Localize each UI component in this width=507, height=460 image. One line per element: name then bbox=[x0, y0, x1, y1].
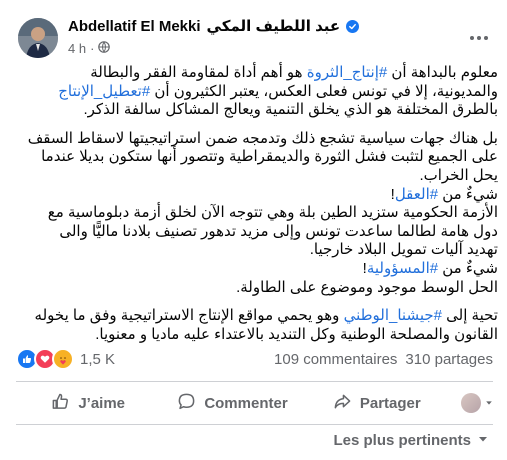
like-icon bbox=[51, 392, 70, 415]
sort-label: Les plus pertinents bbox=[333, 431, 471, 449]
reaction-icons bbox=[16, 348, 74, 370]
hashtag-link[interactable]: #تعطيل_الإنتاج bbox=[58, 83, 150, 100]
post-paragraph: شيءٌ من #العقل! الأزمة الحكومية ستزيد الط… bbox=[14, 186, 498, 260]
comment-sort-dropdown[interactable]: Les plus pertinents bbox=[333, 430, 489, 450]
post-header: Abdellatif El Mekki عبد اللطيف المكي 4 h… bbox=[0, 10, 507, 62]
post-line: شيءٌ من #العقل! bbox=[14, 186, 498, 205]
post-line: معلوم بالبداهة أن #إنتاج_الثروة هو أهم أ… bbox=[14, 64, 498, 83]
reaction-count-group[interactable]: 1,5 K bbox=[16, 348, 115, 370]
post-line: الأزمة الحكومية ستزيد الطين بلة وهي تتوج… bbox=[14, 204, 498, 223]
hashtag-link[interactable]: #إنتاج_الثروة bbox=[307, 64, 387, 81]
author-line: Abdellatif El Mekki عبد اللطيف المكي bbox=[68, 16, 360, 36]
post-as-selector[interactable] bbox=[449, 393, 493, 413]
verified-icon bbox=[346, 19, 360, 33]
post-text-segment: شيءٌ من bbox=[438, 185, 498, 203]
hashtag-link[interactable]: #جيشنا_الوطني bbox=[344, 307, 442, 324]
reactions-summary: 1,5 K 109 commentaires 310 partages bbox=[16, 348, 493, 370]
post-line: الحل الوسط موجود وموضوع على الطاولة. bbox=[14, 279, 498, 298]
post-text-segment: الحل الوسط موجود وموضوع على الطاولة. bbox=[236, 278, 498, 296]
post-text-segment: والمديونية، إلا في تونس فعلى العكس، يعتب… bbox=[150, 82, 498, 100]
post-line: على الجميع لتثبت فشل الثورة والديمقراطية… bbox=[14, 148, 498, 167]
reaction-count[interactable]: 1,5 K bbox=[80, 351, 115, 368]
divider bbox=[16, 424, 493, 425]
like-button[interactable]: J’aime bbox=[16, 386, 160, 420]
post-paragraph: بل هناك جهات سياسية تشجع ذلك وتدمجه ضمن … bbox=[14, 130, 498, 186]
engagement-counts: 109 commentaires 310 partages bbox=[274, 351, 493, 368]
share-button[interactable]: Partager bbox=[305, 386, 449, 420]
post-line: شيءٌ من #المسؤولية! bbox=[14, 260, 498, 279]
post-line: والمديونية، إلا في تونس فعلى العكس، يعتب… bbox=[14, 83, 498, 102]
post-text-segment: دول هامة لطالما ساعدت تونس وإلى مزيد تده… bbox=[59, 222, 498, 240]
comment-label: Commenter bbox=[204, 394, 288, 412]
post-text-segment: تحية إلى bbox=[441, 307, 498, 325]
post-actions: J’aime Commenter Partager bbox=[16, 384, 493, 422]
comments-count[interactable]: 109 commentaires bbox=[274, 351, 397, 368]
post-line: تهديد آليات تمويل البلاد خارجيا. bbox=[14, 241, 498, 260]
avatar bbox=[460, 393, 481, 413]
post-line: القانون والمصلحة الوطنية وكل التنديد بال… bbox=[14, 326, 498, 345]
post-line: بالطرق المختلفة هو الذي يخلق التنمية ويع… bbox=[14, 101, 498, 120]
share-icon bbox=[333, 392, 352, 415]
post-text-segment: هو أهم أداة لمقاومة الفقر والبطالة bbox=[90, 64, 307, 81]
author-name-arabic[interactable]: عبد اللطيف المكي bbox=[207, 17, 341, 35]
comment-icon bbox=[177, 392, 196, 415]
post-line: دول هامة لطالما ساعدت تونس وإلى مزيد تده… bbox=[14, 223, 498, 242]
avatar[interactable] bbox=[18, 18, 58, 58]
post-text: معلوم بالبداهة أن #إنتاج_الثروة هو أهم أ… bbox=[14, 64, 498, 354]
care-reaction-icon bbox=[52, 348, 74, 370]
share-label: Partager bbox=[359, 394, 421, 412]
post-line: بل هناك جهات سياسية تشجع ذلك وتدمجه ضمن … bbox=[14, 130, 498, 149]
chevron-down-icon bbox=[477, 432, 489, 449]
more-icon[interactable] bbox=[463, 22, 495, 54]
post-text-segment: الأزمة الحكومية ستزيد الطين بلة وهي تتوج… bbox=[47, 204, 498, 222]
post-line: يحل الخراب. bbox=[14, 167, 498, 186]
post-text-segment: شيءٌ من bbox=[438, 259, 498, 277]
post-text-segment: بل هناك جهات سياسية تشجع ذلك وتدمجه ضمن … bbox=[27, 129, 498, 147]
post-paragraph: تحية إلى #جيشنا_الوطني وهو يحمي مواقع ال… bbox=[14, 307, 498, 344]
post-text-segment: على الجميع لتثبت فشل الثورة والديمقراطية… bbox=[41, 148, 498, 166]
post-text-segment: معلوم بالبداهة أن bbox=[387, 64, 498, 81]
post-time[interactable]: 4 h bbox=[68, 41, 86, 56]
post-text-segment: يحل الخراب. bbox=[419, 166, 498, 184]
meta-separator: · bbox=[90, 40, 95, 56]
like-label: J’aime bbox=[78, 394, 126, 412]
post-text-segment: بالطرق المختلفة هو الذي يخلق التنمية ويع… bbox=[83, 101, 498, 119]
post-paragraph: شيءٌ من #المسؤولية! الحل الوسط موجود وموض… bbox=[14, 260, 498, 297]
divider bbox=[16, 381, 493, 382]
post-line: تحية إلى #جيشنا_الوطني وهو يحمي مواقع ال… bbox=[14, 307, 498, 326]
shares-count[interactable]: 310 partages bbox=[405, 351, 493, 368]
post-text-segment: القانون والمصلحة الوطنية وكل التنديد بال… bbox=[95, 325, 498, 343]
post-text-segment: وهو يحمي مواقع الإنتاج الاستراتيجية وفق … bbox=[34, 307, 344, 325]
globe-icon[interactable] bbox=[98, 40, 111, 56]
post-meta: 4 h · bbox=[68, 40, 111, 56]
hashtag-link[interactable]: #العقل bbox=[395, 186, 438, 203]
post-text-segment: تهديد آليات تمويل البلاد خارجيا. bbox=[309, 241, 498, 259]
hashtag-link[interactable]: #المسؤولية bbox=[367, 260, 438, 277]
author-name-latin[interactable]: Abdellatif El Mekki bbox=[68, 18, 201, 35]
chevron-down-icon bbox=[485, 394, 493, 412]
comment-button[interactable]: Commenter bbox=[160, 386, 304, 420]
post-paragraph: معلوم بالبداهة أن #إنتاج_الثروة هو أهم أ… bbox=[14, 64, 498, 120]
